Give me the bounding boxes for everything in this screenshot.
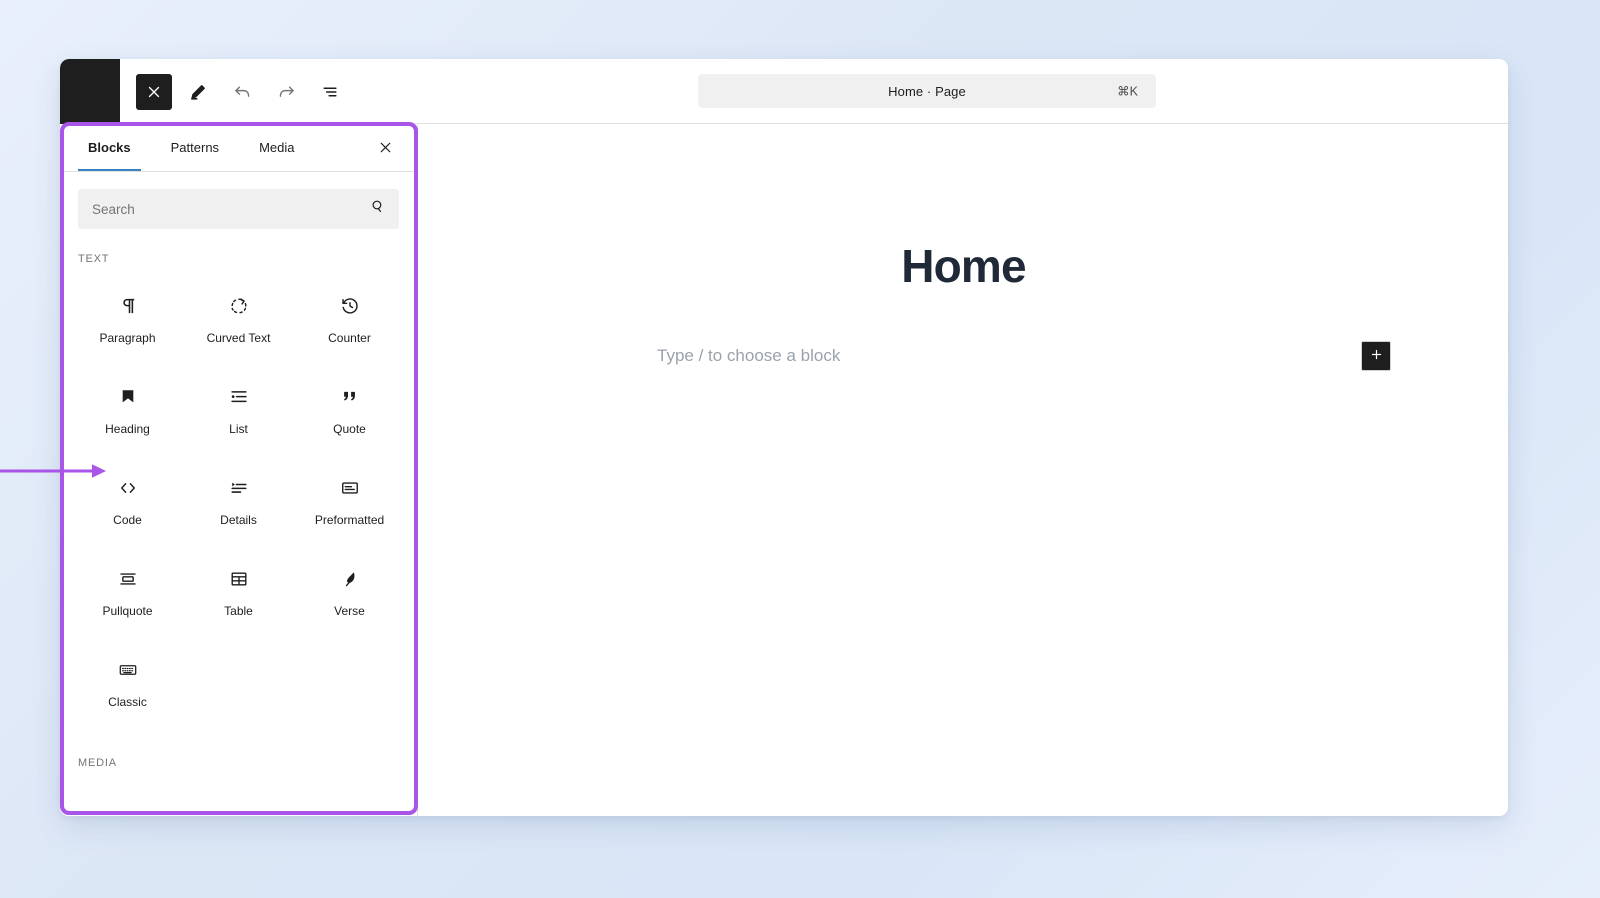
- heading-bookmark-icon: [117, 384, 139, 410]
- block-grid-text: Paragraph Curved Text Counter Heading Li…: [60, 271, 417, 726]
- quote-marks-icon: [339, 384, 361, 410]
- undo-button[interactable]: [224, 74, 260, 110]
- block-label: Quote: [333, 422, 366, 436]
- block-placeholder-text[interactable]: Type / to choose a block: [657, 346, 840, 366]
- command-bar[interactable]: Home · Page ⌘K: [698, 74, 1156, 108]
- list-icon: [228, 384, 250, 410]
- category-label-media: MEDIA: [78, 757, 117, 769]
- block-label: Heading: [105, 422, 150, 436]
- header-toolbar: [136, 59, 348, 124]
- editor-body: Blocks Patterns Media Search TEXT Paragr…: [60, 124, 1508, 816]
- keyboard-icon: [117, 657, 139, 683]
- pullquote-icon: [117, 566, 139, 592]
- close-inserter-button[interactable]: [136, 73, 172, 110]
- command-bar-shortcut: ⌘K: [1117, 84, 1138, 99]
- block-item-details[interactable]: Details: [183, 453, 294, 544]
- pencil-icon: [188, 82, 208, 102]
- pilcrow-icon: [117, 293, 139, 319]
- inserter-tab-bar: Blocks Patterns Media: [60, 124, 417, 172]
- block-label: Curved Text: [206, 331, 271, 345]
- block-item-counter[interactable]: Counter: [294, 271, 405, 362]
- block-label: Verse: [334, 604, 365, 618]
- block-label: Paragraph: [99, 331, 156, 345]
- redo-arrow-icon: [276, 81, 297, 102]
- tab-media[interactable]: Media: [249, 124, 304, 171]
- close-x-icon: [145, 83, 163, 101]
- details-icon: [228, 475, 250, 501]
- block-item-preformatted[interactable]: Preformatted: [294, 453, 405, 544]
- block-item-verse[interactable]: Verse: [294, 544, 405, 635]
- header-dark-corner: [60, 59, 120, 124]
- block-item-code[interactable]: Code: [72, 453, 183, 544]
- block-item-quote[interactable]: Quote: [294, 362, 405, 453]
- block-label: Code: [113, 513, 142, 527]
- block-item-pullquote[interactable]: Pullquote: [72, 544, 183, 635]
- close-inserter-panel-button[interactable]: [369, 133, 401, 165]
- block-item-list[interactable]: List: [183, 362, 294, 453]
- tab-blocks[interactable]: Blocks: [78, 124, 141, 171]
- undo-arrow-icon: [232, 81, 253, 102]
- counter-clock-icon: [339, 293, 361, 319]
- add-block-button[interactable]: [1361, 341, 1391, 371]
- editor-header: Home · Page ⌘K: [60, 59, 1508, 124]
- block-label: Table: [224, 604, 253, 618]
- page-title: Home: [901, 240, 1026, 292]
- close-icon: [377, 139, 394, 159]
- block-label: Details: [220, 513, 257, 527]
- block-item-paragraph[interactable]: Paragraph: [72, 271, 183, 362]
- curved-text-icon: [228, 293, 250, 319]
- search-input[interactable]: [78, 189, 399, 229]
- block-label: Counter: [328, 331, 371, 345]
- block-item-curved-text[interactable]: Curved Text: [183, 271, 294, 362]
- editor-window: Home · Page ⌘K Blocks Patterns Media Sea…: [60, 59, 1508, 816]
- edit-mode-button[interactable]: [180, 74, 216, 110]
- preformatted-icon: [339, 475, 361, 501]
- table-grid-icon: [228, 566, 250, 592]
- editor-canvas: Home Type / to choose a block: [419, 124, 1508, 816]
- document-overview-button[interactable]: [312, 74, 348, 110]
- code-brackets-icon: [117, 475, 139, 501]
- block-label: Pullquote: [102, 604, 153, 618]
- block-label: List: [229, 422, 248, 436]
- block-item-table[interactable]: Table: [183, 544, 294, 635]
- block-item-classic[interactable]: Classic: [72, 635, 183, 726]
- block-item-heading[interactable]: Heading: [72, 362, 183, 453]
- tab-patterns[interactable]: Patterns: [161, 124, 229, 171]
- search-field-wrapper: [78, 189, 399, 229]
- block-label: Preformatted: [314, 513, 385, 527]
- category-label-text: TEXT: [78, 253, 110, 265]
- block-label: Classic: [108, 695, 147, 709]
- list-view-icon: [320, 82, 340, 102]
- inserter-panel: Blocks Patterns Media Search TEXT Paragr…: [60, 124, 418, 816]
- plus-icon: [1369, 347, 1384, 365]
- verse-feather-icon: [339, 566, 361, 592]
- redo-button[interactable]: [268, 74, 304, 110]
- command-bar-title: Home · Page: [888, 83, 966, 99]
